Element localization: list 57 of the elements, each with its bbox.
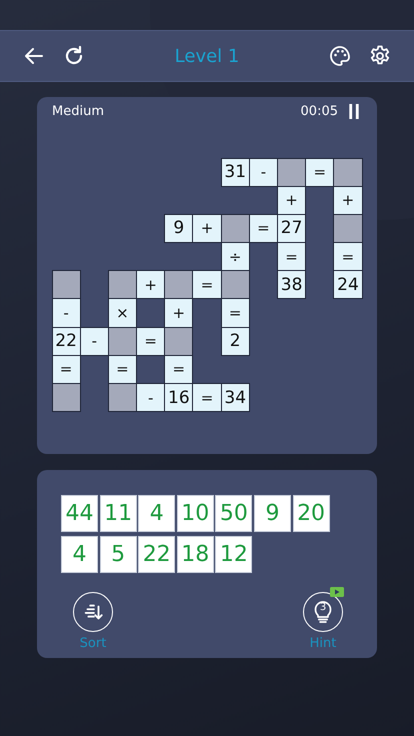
operator-cell: = bbox=[333, 242, 363, 272]
empty-cell[interactable] bbox=[52, 383, 81, 412]
difficulty-label: Medium bbox=[52, 104, 104, 118]
operator-cell: + bbox=[192, 214, 222, 244]
number-cell: 24 bbox=[333, 270, 363, 300]
operator-cell: - bbox=[80, 326, 109, 356]
operator-cell: + bbox=[333, 186, 363, 215]
operator-cell: + bbox=[136, 270, 166, 300]
hint-count: 3 bbox=[320, 602, 326, 613]
number-tile[interactable]: 44 bbox=[61, 495, 98, 532]
operator-cell: - bbox=[52, 298, 81, 328]
pause-icon[interactable] bbox=[348, 104, 360, 118]
number-tile[interactable]: 11 bbox=[100, 495, 137, 532]
number-tile[interactable]: 5 bbox=[100, 536, 137, 573]
operator-cell: = bbox=[248, 214, 278, 244]
number-cell: 2 bbox=[220, 326, 250, 356]
number-tile[interactable]: 10 bbox=[176, 495, 214, 532]
number-cell: 34 bbox=[220, 383, 250, 412]
video-badge-icon bbox=[330, 587, 344, 597]
number-cell: 22 bbox=[52, 326, 81, 356]
number-tile[interactable]: 12 bbox=[215, 536, 252, 573]
number-cell: 31 bbox=[220, 158, 250, 187]
number-tile[interactable]: 9 bbox=[254, 495, 291, 532]
operator-cell: = bbox=[192, 383, 222, 412]
operator-cell: = bbox=[136, 326, 166, 356]
number-tile[interactable]: 4 bbox=[61, 536, 98, 573]
operator-cell: + bbox=[164, 298, 194, 328]
operator-cell: - bbox=[136, 383, 166, 412]
timer: 00:05 bbox=[300, 104, 338, 118]
operator-cell: = bbox=[164, 354, 194, 384]
number-cell: 38 bbox=[277, 270, 306, 300]
operator-cell: = bbox=[108, 354, 138, 384]
operator-cell: = bbox=[305, 158, 334, 187]
operator-cell: = bbox=[220, 298, 250, 328]
operator-cell: = bbox=[192, 270, 222, 300]
number-tile[interactable]: 22 bbox=[138, 536, 176, 573]
number-cell: 16 bbox=[164, 383, 194, 412]
operator-cell: = bbox=[52, 354, 81, 384]
number-cell: 27 bbox=[277, 214, 306, 244]
number-tile[interactable]: 18 bbox=[176, 536, 214, 573]
palette-icon[interactable] bbox=[328, 44, 352, 68]
operator-cell: = bbox=[277, 242, 306, 272]
operator-cell: × bbox=[108, 298, 138, 328]
empty-cell[interactable] bbox=[333, 214, 363, 244]
empty-cell[interactable] bbox=[52, 270, 81, 300]
sort-button[interactable] bbox=[73, 592, 113, 632]
number-tile[interactable]: 50 bbox=[215, 495, 252, 532]
lightbulb-icon bbox=[313, 599, 333, 625]
number-tile[interactable]: 4 bbox=[138, 495, 176, 532]
action-label: Sort bbox=[80, 636, 106, 651]
operator-cell: - bbox=[248, 158, 278, 187]
number-tile[interactable]: 20 bbox=[292, 495, 330, 532]
operator-cell: ÷ bbox=[220, 242, 250, 272]
action-label: Hint bbox=[310, 636, 336, 651]
operator-cell: + bbox=[277, 186, 306, 215]
level-title: Level 1 bbox=[174, 46, 240, 66]
number-cell: 9 bbox=[164, 214, 194, 244]
